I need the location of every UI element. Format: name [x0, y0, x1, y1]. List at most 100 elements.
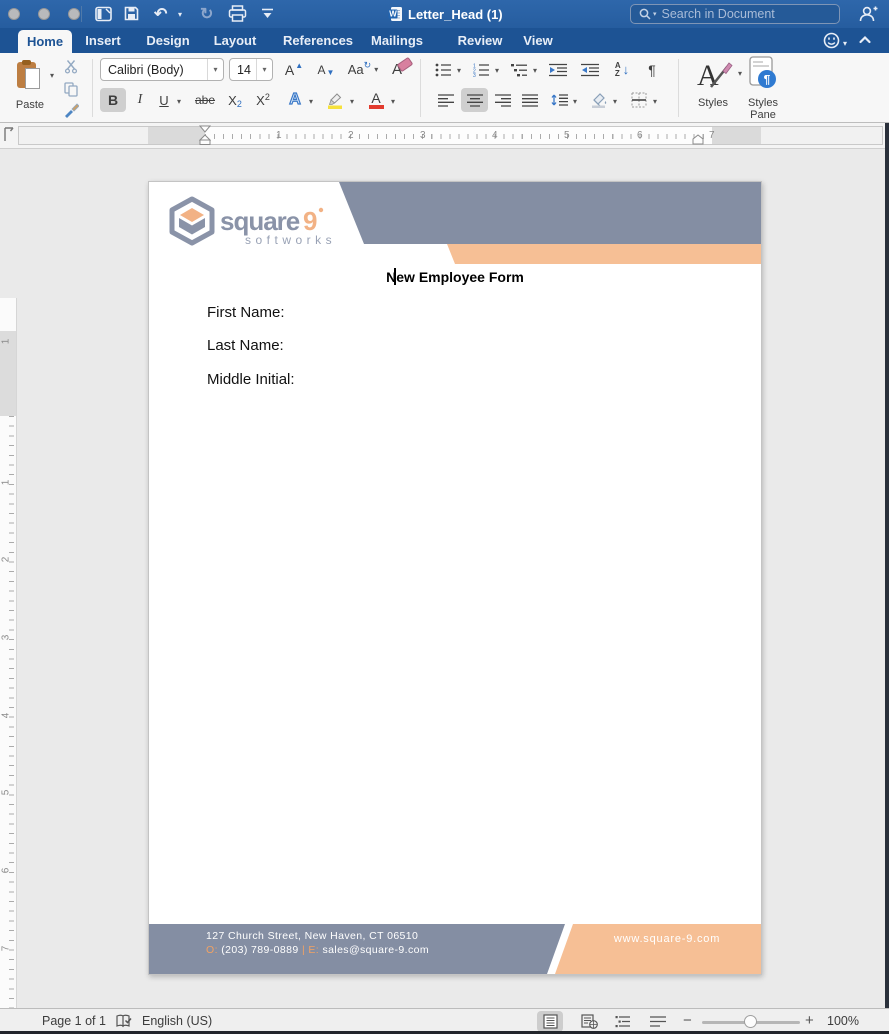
field-first-name[interactable]: First Name:	[207, 304, 285, 321]
tab-mailings[interactable]: Mailings	[370, 28, 424, 53]
multilevel-list-button[interactable]	[506, 58, 532, 81]
format-painter-button[interactable]	[60, 100, 82, 120]
redo-icon[interactable]: ↻	[200, 4, 213, 24]
indent-markers[interactable]	[199, 125, 211, 146]
print-icon[interactable]	[228, 5, 247, 22]
shrink-font-button[interactable]: A▼	[311, 58, 341, 81]
numbering-dropdown-icon[interactable]: ▾	[495, 66, 499, 75]
zoom-out-button[interactable]: −	[683, 1012, 692, 1029]
borders-button[interactable]	[626, 88, 652, 112]
document-workspace[interactable]: 1 1 2 3 4 5 6 7 8 square 9	[0, 149, 889, 1008]
search-scope-chevron-icon[interactable]: ▾	[653, 10, 657, 18]
multilevel-dropdown-icon[interactable]: ▾	[533, 66, 537, 75]
tab-insert[interactable]: Insert	[83, 28, 123, 53]
decrease-indent-button[interactable]	[544, 58, 572, 81]
draft-view-button[interactable]	[645, 1011, 671, 1032]
undo-dropdown-icon[interactable]: ▾	[178, 10, 182, 19]
save-icon[interactable]	[124, 6, 139, 21]
shading-button[interactable]	[586, 88, 612, 112]
change-case-button[interactable]: Aa↻ ▾	[343, 58, 383, 81]
tab-layout[interactable]: Layout	[212, 28, 258, 53]
page-count[interactable]: Page 1 of 1	[42, 1014, 106, 1028]
strikethrough-button[interactable]: abe	[190, 88, 220, 112]
borders-dropdown-icon[interactable]: ▾	[653, 97, 657, 106]
right-indent-marker[interactable]	[692, 134, 704, 145]
smiley-dropdown-icon[interactable]: ▾	[843, 39, 847, 48]
spellcheck-icon[interactable]	[116, 1014, 133, 1029]
increase-indent-button[interactable]	[576, 58, 604, 81]
add-person-icon[interactable]	[858, 5, 878, 23]
web-layout-view-button[interactable]	[576, 1011, 602, 1032]
clear-formatting-button[interactable]: A	[387, 56, 417, 82]
font-name-dropdown-icon[interactable]: ▾	[207, 59, 223, 80]
highlight-dropdown-icon[interactable]: ▾	[350, 97, 354, 106]
underline-button[interactable]: U	[154, 88, 174, 112]
tab-selector-icon[interactable]	[3, 127, 16, 142]
zoom-window-button[interactable]	[68, 8, 80, 20]
grow-font-button[interactable]: A▲	[279, 58, 309, 81]
bold-button[interactable]: B	[100, 88, 126, 112]
font-name-select[interactable]: Calibri (Body) ▾	[100, 58, 224, 81]
line-spacing-button[interactable]	[546, 88, 572, 112]
align-left-button[interactable]	[434, 88, 458, 112]
font-color-button[interactable]: A	[363, 88, 389, 112]
justify-button[interactable]	[518, 88, 542, 112]
svg-text:3: 3	[473, 73, 476, 77]
text-effects-dropdown-icon[interactable]: ▾	[309, 97, 313, 106]
tab-home[interactable]: Home	[18, 30, 72, 53]
paste-dropdown-icon[interactable]: ▾	[50, 71, 54, 80]
more-commands-icon[interactable]	[261, 8, 274, 19]
change-case-dropdown-icon[interactable]: ▾	[374, 65, 378, 74]
document-heading[interactable]: New Employee Form	[149, 269, 761, 285]
styles-pane-button[interactable]: ¶	[746, 54, 780, 92]
vertical-ruler[interactable]: 1 1 2 3 4 5 6 7 8	[0, 298, 17, 1034]
shading-dropdown-icon[interactable]: ▾	[613, 97, 617, 106]
styles-button[interactable]: A	[690, 55, 736, 93]
text-effects-button[interactable]: A	[282, 88, 308, 112]
tab-view[interactable]: View	[520, 28, 556, 53]
tab-design[interactable]: Design	[145, 28, 191, 53]
font-size-value: 14	[230, 63, 256, 77]
language-status[interactable]: English (US)	[142, 1014, 212, 1028]
outline-view-button[interactable]	[610, 1011, 636, 1032]
styles-dropdown-icon[interactable]: ▾	[738, 69, 742, 78]
minimize-window-button[interactable]	[38, 8, 50, 20]
sort-button[interactable]: A Z ↓	[608, 58, 636, 81]
font-size-select[interactable]: 14 ▾	[229, 58, 273, 81]
close-window-button[interactable]	[8, 8, 20, 20]
undo-icon[interactable]: ↶	[154, 4, 167, 24]
grow-font-glyph: A	[285, 62, 294, 78]
zoom-slider-handle[interactable]	[744, 1015, 757, 1028]
zoom-percentage[interactable]: 100%	[827, 1014, 859, 1028]
field-middle-initial[interactable]: Middle Initial:	[207, 371, 295, 388]
font-size-dropdown-icon[interactable]: ▾	[256, 59, 272, 80]
horizontal-ruler[interactable]: 1 2 3 4 5 6 7	[18, 126, 883, 145]
bullets-dropdown-icon[interactable]: ▾	[457, 66, 461, 75]
underline-dropdown-icon[interactable]: ▾	[177, 97, 181, 106]
highlight-button[interactable]	[322, 88, 348, 112]
paste-button[interactable]	[12, 58, 46, 94]
align-center-button[interactable]	[461, 88, 488, 112]
subscript-button[interactable]: X2	[222, 88, 248, 112]
italic-button[interactable]: I	[129, 88, 151, 112]
align-right-button[interactable]	[491, 88, 515, 112]
show-marks-button[interactable]: ¶	[640, 58, 664, 81]
bullets-button[interactable]	[430, 58, 456, 81]
superscript-button[interactable]: X2	[250, 88, 276, 112]
panel-icon[interactable]	[95, 6, 112, 22]
font-color-dropdown-icon[interactable]: ▾	[391, 97, 395, 106]
zoom-in-button[interactable]: +	[805, 1012, 814, 1029]
line-spacing-dropdown-icon[interactable]: ▾	[573, 97, 577, 106]
cut-button[interactable]	[60, 56, 82, 76]
tab-references[interactable]: References	[282, 28, 354, 53]
numbering-button[interactable]: 123	[468, 58, 494, 81]
ruler-bar: 1 2 3 4 5 6 7	[0, 123, 889, 149]
document-page[interactable]: square 9 softworks New Employee Form Fir…	[148, 181, 762, 975]
smiley-icon[interactable]	[823, 32, 840, 49]
collapse-ribbon-icon[interactable]	[858, 33, 872, 47]
print-layout-view-button[interactable]	[537, 1011, 563, 1032]
copy-button[interactable]	[60, 79, 82, 99]
tab-review[interactable]: Review	[456, 28, 504, 53]
search-input[interactable]: ▾ Search in Document	[630, 4, 840, 24]
field-last-name[interactable]: Last Name:	[207, 337, 284, 354]
